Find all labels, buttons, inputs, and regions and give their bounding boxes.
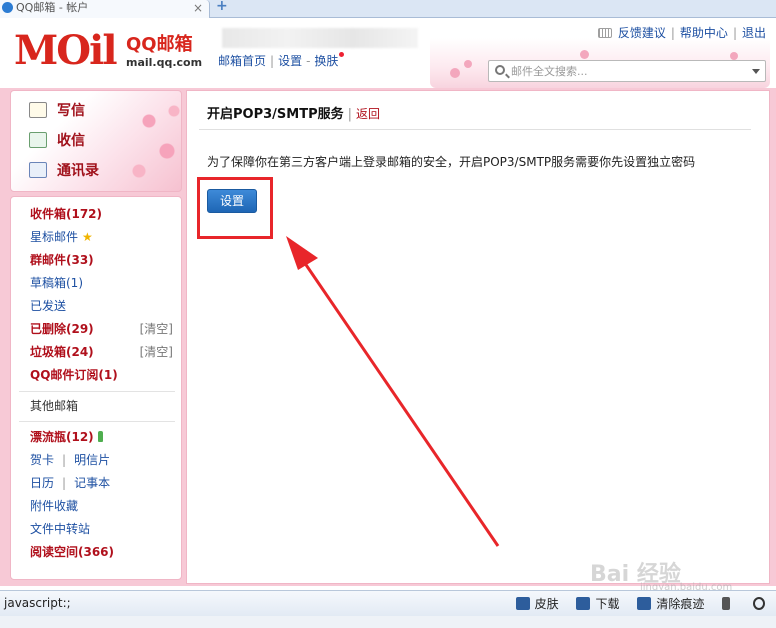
search-input[interactable]	[511, 62, 741, 80]
folder-drafts[interactable]: 草稿箱(1)	[30, 273, 83, 293]
clear-spam-link[interactable]: [清空]	[140, 342, 173, 362]
browser-tab[interactable]: QQ邮箱 - 帐户 ×	[0, 0, 210, 18]
new-dot-icon	[339, 52, 345, 57]
help-center-link[interactable]: 帮助中心	[680, 26, 728, 40]
browser-status-bar: javascript:; 皮肤 下载 清除痕迹	[0, 590, 776, 616]
star-icon: ★	[82, 230, 93, 244]
sound-button[interactable]	[722, 597, 735, 611]
folder-group-mail[interactable]: 群邮件(33)	[30, 250, 94, 270]
postcard-link[interactable]: 明信片	[74, 453, 110, 467]
feedback-link[interactable]: 反馈建议	[618, 26, 666, 40]
qq-mail-logo[interactable]: MOil QQ邮箱 mail.qq.com	[14, 27, 202, 74]
other-mailboxes-link[interactable]: 其他邮箱	[30, 396, 78, 416]
skin-button[interactable]: 皮肤	[515, 595, 559, 612]
search-icon[interactable]	[495, 65, 505, 75]
download-icon	[576, 597, 591, 610]
logo-mark: MOil	[14, 27, 118, 74]
compose-label: 写信	[57, 103, 85, 119]
logo-title: QQ邮箱	[126, 34, 193, 55]
broom-icon	[637, 597, 652, 610]
close-tab-icon[interactable]: ×	[193, 0, 203, 16]
contacts-button[interactable]: 通讯录	[29, 159, 99, 183]
cards-row: 贺卡 | 明信片	[30, 453, 111, 467]
browser-tab-bar: QQ邮箱 - 帐户 × +	[0, 0, 776, 18]
notepad-link[interactable]: 记事本	[74, 476, 110, 490]
search-dropdown-icon[interactable]	[752, 69, 760, 74]
folder-divider	[19, 421, 175, 422]
speaker-icon	[722, 597, 731, 610]
folder-divider	[19, 391, 175, 392]
blossom-branch-decoration	[119, 91, 181, 191]
skin-icon	[515, 597, 530, 610]
header-top-links: 反馈建议 | 帮助中心 | 退出	[597, 24, 766, 41]
zoom-button[interactable]	[753, 597, 770, 611]
window-bottom-strip	[0, 616, 776, 628]
title-divider	[199, 129, 751, 130]
folder-inbox[interactable]: 收件箱(172)	[30, 204, 102, 224]
download-label: 下载	[595, 597, 620, 611]
pen-icon	[29, 102, 47, 118]
download-button[interactable]: 下载	[576, 595, 620, 612]
compose-button[interactable]: 写信	[29, 99, 85, 123]
page-title-text: 开启POP3/SMTP服务	[207, 107, 344, 122]
pop3-description: 为了保障你在第三方客户端上登录邮箱的安全，开启POP3/SMTP服务需要你先设置…	[207, 155, 696, 169]
folder-deleted[interactable]: 已删除(29)	[30, 319, 94, 339]
status-bar-items: 皮肤 下载 清除痕迹	[502, 595, 770, 612]
nav-settings-link[interactable]: 设置	[278, 54, 302, 68]
contacts-label: 通讯录	[57, 163, 99, 179]
greeting-card-link[interactable]: 贺卡	[30, 453, 54, 467]
browser-tab-title: QQ邮箱 - 帐户	[16, 1, 89, 14]
calendar-row: 日历 | 记事本	[30, 476, 111, 490]
folder-spam[interactable]: 垃圾箱(24)	[30, 342, 94, 362]
drift-bottle-link[interactable]: 漂流瓶(12)	[30, 427, 103, 447]
receive-label: 收信	[57, 133, 85, 149]
back-link[interactable]: 返回	[356, 107, 380, 121]
set-password-button[interactable]: 设置	[207, 189, 257, 213]
clear-traces-label: 清除痕迹	[656, 597, 705, 611]
status-url: javascript:;	[4, 596, 71, 610]
mail-search-box	[488, 60, 766, 82]
main-frame: 写信 收信 通讯录 收件箱(172) 星标邮件 ★ 群邮件(33) 草稿箱(1) …	[0, 88, 776, 586]
attachments-link[interactable]: 附件收藏	[30, 496, 78, 516]
reading-space-link[interactable]: 阅读空间(366)	[30, 542, 114, 562]
drift-bottle-label: 漂流瓶(12)	[30, 430, 94, 444]
content-panel: 开启POP3/SMTP服务 | 返回 为了保障你在第三方客户端上登录邮箱的安全，开启…	[186, 90, 770, 584]
clear-deleted-link[interactable]: [清空]	[140, 319, 173, 339]
folder-subscriptions[interactable]: QQ邮件订阅(1)	[30, 365, 118, 385]
calendar-link[interactable]: 日历	[30, 476, 54, 490]
skin-label: 皮肤	[534, 597, 559, 611]
folder-sent[interactable]: 已发送	[30, 296, 66, 316]
folder-starred-label: 星标邮件	[30, 230, 79, 244]
nav-skin-link[interactable]: 换肤	[314, 54, 338, 68]
header-nav: 邮箱首页 | 设置 - 换肤	[218, 52, 345, 69]
keyboard-icon[interactable]	[597, 28, 612, 38]
logout-link[interactable]: 退出	[742, 26, 766, 40]
folder-list: 收件箱(172) 星标邮件 ★ 群邮件(33) 草稿箱(1) 已发送 已删除(29…	[10, 196, 182, 580]
bottle-icon	[97, 431, 103, 442]
inbox-download-icon	[29, 132, 47, 148]
page-title: 开启POP3/SMTP服务 | 返回	[207, 107, 381, 122]
account-name-blurred	[222, 28, 418, 48]
folder-starred[interactable]: 星标邮件 ★	[30, 227, 93, 247]
clear-traces-button[interactable]: 清除痕迹	[637, 595, 704, 612]
contacts-icon	[29, 162, 47, 178]
mail-header: MOil QQ邮箱 mail.qq.com 邮箱首页 | 设置 - 换肤 反馈建议 | 帮助…	[0, 18, 776, 88]
receive-button[interactable]: 收信	[29, 129, 85, 153]
compose-panel: 写信 收信 通讯录	[10, 90, 182, 192]
qq-mail-favicon-icon	[2, 2, 13, 13]
zoom-icon	[753, 597, 765, 610]
logo-url: mail.qq.com	[126, 56, 203, 69]
new-tab-icon[interactable]: +	[216, 0, 228, 14]
nav-mail-home-link[interactable]: 邮箱首页	[218, 54, 266, 68]
file-transfer-link[interactable]: 文件中转站	[30, 519, 90, 539]
